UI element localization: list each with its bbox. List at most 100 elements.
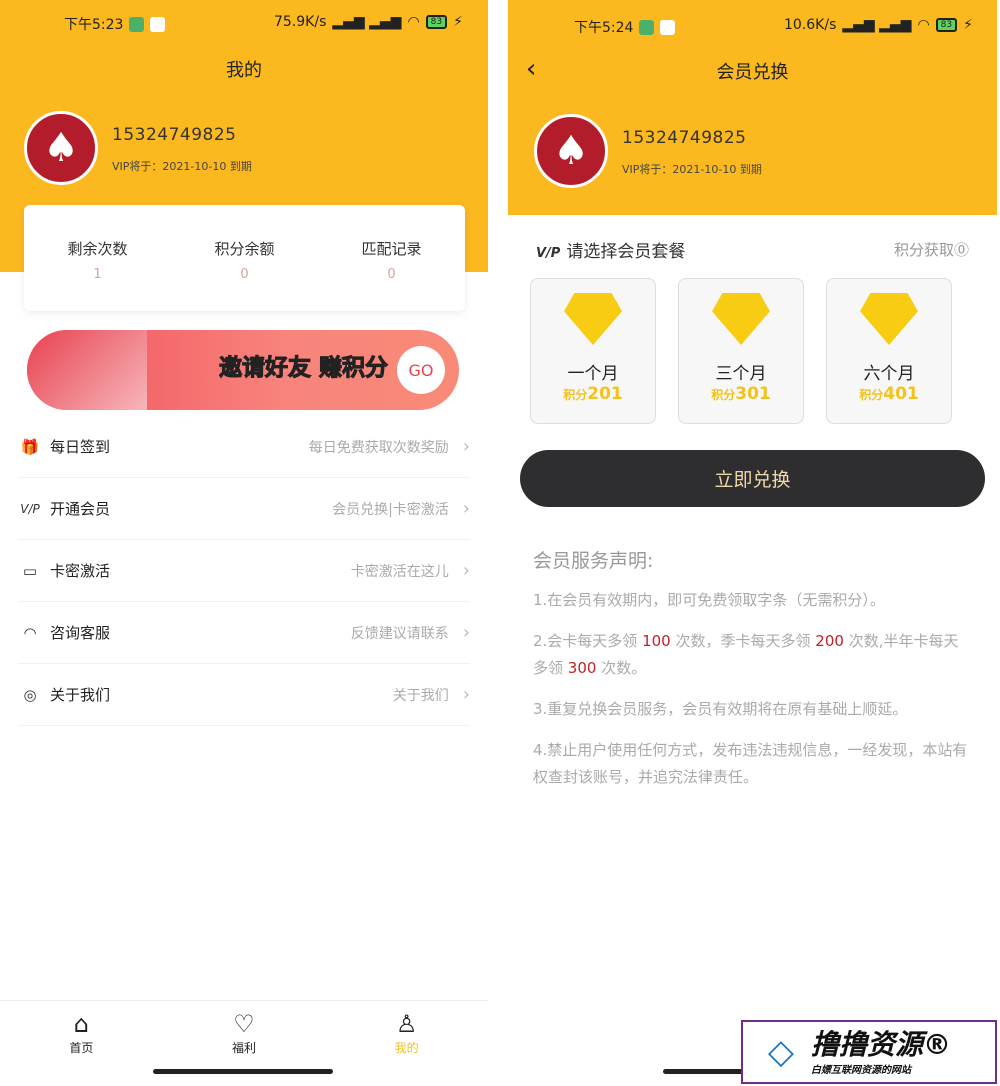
status-bar: 下午5:23 xyxy=(64,14,166,34)
plan-one-month[interactable]: 一个月 积分201 xyxy=(530,278,656,424)
stat-label: 剩余次数 xyxy=(67,240,128,258)
avatar[interactable]: ♠ xyxy=(24,111,98,185)
go-button[interactable]: GO xyxy=(397,346,445,394)
menu-item-support[interactable]: ◠ 咨询客服 反馈建议请联系 › xyxy=(18,602,470,664)
menu-item-daily-checkin[interactable]: 🎁 每日签到 每日免费获取次数奖励 › xyxy=(18,416,470,478)
menu-label: 卡密激活 xyxy=(50,562,111,580)
menu-item-about[interactable]: ◎ 关于我们 关于我们 › xyxy=(18,664,470,726)
page-title: 我的 xyxy=(226,60,262,81)
stat-remaining[interactable]: 剩余次数 1 xyxy=(24,205,171,311)
menu-label: 开通会员 xyxy=(50,500,111,518)
status-bar: 下午5:24 xyxy=(574,17,676,37)
stat-value: 0 xyxy=(240,267,249,282)
menu-item-card-activation[interactable]: ▭ 卡密激活 卡密激活在这儿 › xyxy=(18,540,470,602)
headset-icon: ◠ xyxy=(23,623,37,642)
stat-points[interactable]: 积分余额 0 xyxy=(171,205,318,311)
menu-item-vip[interactable]: V/P 开通会员 会员兑换|卡密激活 › xyxy=(18,478,470,540)
service-notice: 会员服务声明: 1.在会员有效期内，即可免费领取字条（无需积分）。 2.会卡每天… xyxy=(533,548,973,805)
diamond-icon xyxy=(564,293,622,345)
status-time: 下午5:23 xyxy=(64,17,124,33)
charging-icon: ⚡ xyxy=(453,14,463,30)
signal-icon: ▂▄▆ ▂▄▆ xyxy=(842,17,912,33)
section-title: 请选择会员套餐 xyxy=(566,242,686,262)
plan-six-months[interactable]: 六个月 积分401 xyxy=(826,278,952,424)
stat-label: 匹配记录 xyxy=(361,240,422,258)
notice-item: 3.重复兑换会员服务，会员有效期将在原有基础上顺延。 xyxy=(533,700,908,718)
menu-desc: 会员兑换|卡密激活 xyxy=(332,501,449,518)
tab-label: 福利 xyxy=(232,1041,257,1055)
tab-home[interactable]: ⌂ 首页 xyxy=(0,1001,163,1086)
heart-icon: ♡ xyxy=(233,1010,255,1038)
notice-item: 2.会卡每天多领 100 次数，季卡每天多领 200 次数,半年卡每天多领 30… xyxy=(533,632,959,677)
menu-label: 每日签到 xyxy=(50,438,111,456)
status-bar-right: 10.6K/s ▂▄▆ ▂▄▆ ◠ 83 ⚡ xyxy=(784,17,973,33)
earn-points-link[interactable]: 积分获取⓪ xyxy=(894,239,969,260)
logo-mark: ◇ xyxy=(767,1032,795,1072)
info-circle-icon: ◎ xyxy=(23,685,37,704)
battery-icon: 83 xyxy=(935,18,958,32)
redeem-button[interactable]: 立即兑换 xyxy=(520,450,985,507)
chevron-right-icon: › xyxy=(462,622,470,643)
plan-price: 积分201 xyxy=(563,384,623,404)
signal-icon: ▂▄▆ ▂▄▆ xyxy=(332,14,402,30)
network-speed: 75.9K/s xyxy=(274,14,327,30)
chevron-right-icon: › xyxy=(462,560,470,581)
battery-icon: 83 xyxy=(425,15,448,29)
status-time: 下午5:24 xyxy=(574,20,634,36)
stat-value: 1 xyxy=(93,267,102,282)
stat-value: 0 xyxy=(387,267,396,282)
stat-label: 积分余额 xyxy=(214,240,275,258)
chevron-right-icon: › xyxy=(462,498,470,519)
stats-card: 剩余次数 1 积分余额 0 匹配记录 0 xyxy=(24,205,465,311)
app-notification-icon xyxy=(150,16,166,32)
app-notification-icon xyxy=(129,16,145,32)
chevron-right-icon: › xyxy=(462,436,470,457)
tab-mine[interactable]: ♙ 我的 xyxy=(325,1001,488,1086)
plan-price: 积分301 xyxy=(711,384,771,404)
menu-desc: 每日免费获取次数奖励 xyxy=(308,439,449,456)
app-notification-icon xyxy=(660,19,676,35)
menu-list: 🎁 每日签到 每日免费获取次数奖励 › V/P 开通会员 会员兑换|卡密激活 › ▭ 卡密激活… xyxy=(18,416,470,726)
banner-text: 邀请好友 赚积分 xyxy=(218,355,389,382)
plan-name: 三个月 xyxy=(715,364,767,384)
plan-section-title: V/P 请选择会员套餐 xyxy=(536,237,685,262)
tab-label: 我的 xyxy=(394,1041,419,1055)
network-speed: 10.6K/s xyxy=(784,17,837,33)
plan-name: 六个月 xyxy=(863,364,915,384)
vip-expiry: VIP将于：2021-10-10 到期 xyxy=(112,160,252,173)
invite-banner[interactable]: 邀请好友 赚积分 GO xyxy=(27,330,459,410)
diamond-icon xyxy=(860,293,918,345)
logo-title: 撸撸资源® xyxy=(811,1027,952,1061)
home-indicator[interactable] xyxy=(153,1069,333,1074)
watermark-logo: ◇ 撸撸资源® 白嫖互联网资源的网站 xyxy=(741,1020,997,1084)
wifi-icon: ◠ xyxy=(407,14,420,30)
notice-item: 4.禁止用户使用任何方式，发布违法违规信息，一经发现，本站有权查封该账号，并追究… xyxy=(533,741,968,786)
user-icon: ♙ xyxy=(395,1010,418,1038)
banner-illustration xyxy=(27,330,147,410)
plan-price: 积分401 xyxy=(859,384,919,404)
my-profile-screen: 下午5:23 75.9K/s ▂▄▆ ▂▄▆ ◠ 83 ⚡ 我的 ♠ 15324… xyxy=(0,0,488,1086)
vip-expiry: VIP将于：2021-10-10 到期 xyxy=(622,163,762,176)
stat-records[interactable]: 匹配记录 0 xyxy=(318,205,465,311)
logo-subtitle: 白嫖互联网资源的网站 xyxy=(811,1064,911,1076)
menu-label: 咨询客服 xyxy=(50,624,111,642)
vip-exchange-screen: 下午5:24 10.6K/s ▂▄▆ ▂▄▆ ◠ 83 ⚡ ‹ 会员兑换 ♠ 1… xyxy=(508,0,997,1086)
app-notification-icon xyxy=(639,19,655,35)
tab-label: 首页 xyxy=(69,1041,94,1055)
user-phone: 15324749825 xyxy=(622,128,747,148)
plan-options: 一个月 积分201 三个月 积分301 六个月 积分401 xyxy=(530,278,952,424)
charging-icon: ⚡ xyxy=(963,17,973,33)
notice-item: 1.在会员有效期内，即可免费领取字条（无需积分）。 xyxy=(533,591,885,609)
plan-three-months[interactable]: 三个月 积分301 xyxy=(678,278,804,424)
status-bar-right: 75.9K/s ▂▄▆ ▂▄▆ ◠ 83 ⚡ xyxy=(274,14,463,30)
menu-desc: 关于我们 xyxy=(392,687,449,704)
home-icon: ⌂ xyxy=(73,1010,89,1038)
notice-title: 会员服务声明: xyxy=(533,550,654,572)
vip-icon: V/P xyxy=(536,246,561,261)
vip-icon: V/P xyxy=(20,501,40,516)
wallet-icon: ▭ xyxy=(22,561,38,580)
wifi-icon: ◠ xyxy=(917,17,930,33)
plan-name: 一个月 xyxy=(567,364,619,384)
page-title: 会员兑换 xyxy=(716,62,789,83)
avatar[interactable]: ♠ xyxy=(534,114,608,188)
